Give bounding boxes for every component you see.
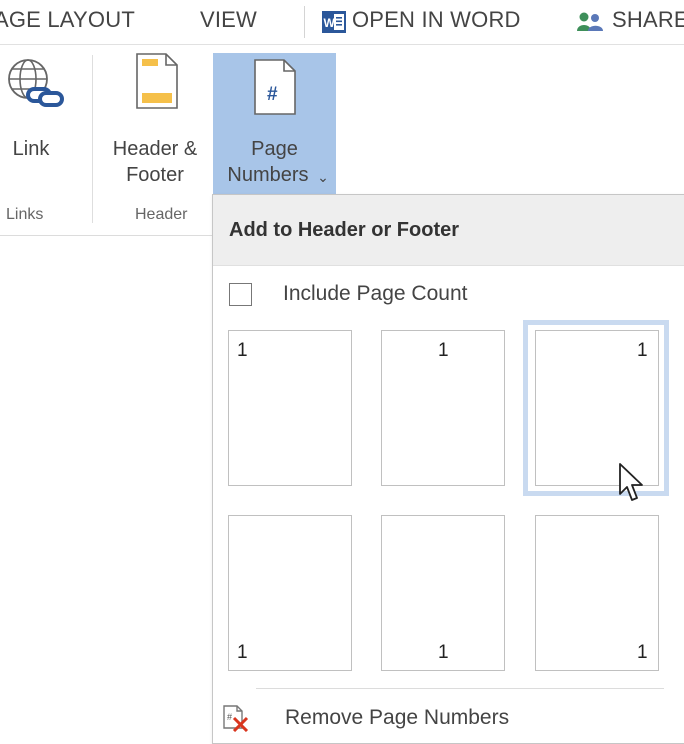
- page-number-bottom-right[interactable]: 1: [535, 515, 659, 671]
- include-page-count-option[interactable]: Include Page Count: [229, 279, 629, 313]
- header-footer-icon: [136, 53, 178, 109]
- page-numbers-label-line2: Numbers: [227, 164, 309, 186]
- word-icon: W: [322, 11, 346, 33]
- tab-view[interactable]: VIEW: [200, 7, 257, 33]
- tab-separator: [304, 6, 305, 38]
- share-icon: [577, 12, 603, 31]
- tab-page-layout[interactable]: AGE LAYOUT: [0, 7, 135, 33]
- remove-page-numbers-button[interactable]: # Remove Page Numbers: [222, 700, 662, 736]
- group-separator: [92, 55, 93, 223]
- open-in-word-button[interactable]: OPEN IN WORD: [352, 7, 521, 33]
- chevron-down-icon: ⌄: [317, 169, 329, 185]
- page-number-top-center[interactable]: 1: [381, 330, 505, 486]
- page-number-icon: #: [254, 59, 296, 115]
- group-label-links: Links: [6, 206, 44, 223]
- header-footer-button[interactable]: Header & Footer: [96, 45, 210, 195]
- page-numbers-label-line1: Page: [251, 138, 298, 160]
- thumbnail-number: 1: [237, 340, 248, 361]
- page-number-bottom-center[interactable]: 1: [381, 515, 505, 671]
- share-button[interactable]: SHARE: [612, 7, 684, 33]
- dropdown-header: Add to Header or Footer: [213, 195, 684, 266]
- page-numbers-button[interactable]: # Page Numbers ⌄: [213, 53, 336, 195]
- remove-page-numbers-icon: #: [223, 705, 249, 732]
- thumbnail-number: 1: [438, 642, 449, 663]
- thumbnail-number: 1: [637, 642, 648, 663]
- thumbnail-number: 1: [237, 642, 248, 663]
- remove-page-numbers-label: Remove Page Numbers: [285, 706, 510, 729]
- page-number-top-left[interactable]: 1: [228, 330, 352, 486]
- link-button[interactable]: Link: [0, 45, 90, 195]
- link-label: Link: [12, 138, 50, 160]
- ribbon-tab-bar: AGE LAYOUT VIEW W OPEN IN WORD SHARE: [0, 0, 684, 45]
- dropdown-header-title: Add to Header or Footer: [229, 219, 460, 241]
- thumbnail-number: 1: [637, 340, 648, 361]
- menu-divider: [256, 688, 664, 689]
- svg-text:#: #: [227, 712, 232, 722]
- header-footer-label-line2: Footer: [126, 164, 184, 186]
- include-page-count-checkbox[interactable]: [229, 283, 252, 306]
- page-number-bottom-left[interactable]: 1: [228, 515, 352, 671]
- mouse-cursor-icon: [619, 463, 643, 501]
- svg-text:#: #: [267, 84, 278, 105]
- thumbnail-number: 1: [438, 340, 449, 361]
- include-page-count-label: Include Page Count: [283, 282, 468, 305]
- link-icon: [8, 59, 64, 107]
- svg-text:W: W: [324, 16, 336, 30]
- header-footer-label-line1: Header &: [112, 138, 198, 160]
- group-label-header: Header: [135, 206, 188, 223]
